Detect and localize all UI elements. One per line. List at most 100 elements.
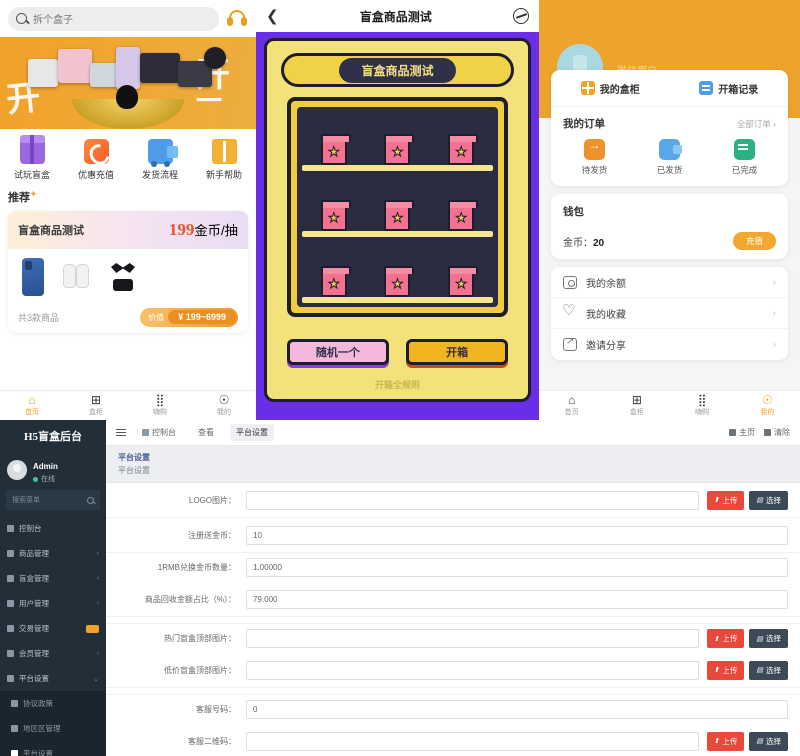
field-label: 商品回收金额占比（%）： [144, 594, 236, 604]
tab-open-records[interactable]: 开箱记录 [670, 81, 789, 96]
sidebar-item-users[interactable]: 用户管理 ‹ [0, 591, 106, 616]
upload-button[interactable]: ⬆ 上传 [706, 629, 745, 648]
field-label: 热门盲盒顶部图片： [164, 634, 236, 643]
apps-icon: ⣿ [697, 393, 707, 407]
tab-home[interactable]: ⌂ 首页 [0, 394, 64, 417]
sidebar-item-platform[interactable]: 平台设置 ⌄ [0, 666, 106, 691]
sidebar-subitem-platform-settings[interactable]: 平台设置 [0, 741, 106, 756]
sidebar-item-members[interactable]: 会员管理 ‹ [0, 641, 106, 666]
blind-box-item[interactable]: ★ [448, 199, 479, 231]
product-card[interactable]: 盲盒商品测试 199金币/抽 共3款商品 价值 ¥ 199~6999 [8, 211, 248, 333]
blind-box-item[interactable]: ★ [448, 265, 479, 297]
tab-shop[interactable]: ⣿ 嗨购 [670, 394, 735, 417]
random-one-button[interactable]: 随机一个 [287, 339, 389, 365]
select-button[interactable]: ▤ 选择 [749, 660, 788, 680]
tab-cabinet[interactable]: ⊞ 盒柜 [604, 394, 669, 417]
logo-image-field[interactable] [246, 490, 699, 510]
sidebar-subitem-region[interactable]: 地区区管理 [0, 716, 106, 741]
tab-my-cabinet[interactable]: 我的盒柜 [551, 81, 670, 96]
all-orders-label: 全部订单 [736, 118, 771, 129]
chevron-down-icon: ⌄ [93, 675, 99, 683]
orders-header: 我的订单 全部订单 › [551, 107, 788, 135]
pending-ship-icon [584, 138, 605, 160]
headset-icon[interactable] [226, 8, 248, 30]
blind-box-item[interactable]: ★ [320, 133, 351, 165]
mine-tabbar: ⌂ 首页 ⊞ 盒柜 ⣿ 嗨购 ☉ 我的 [539, 390, 800, 420]
admin-user-block[interactable]: Admin 在线 [0, 452, 106, 488]
sidebar-item-console[interactable]: 控制台 [0, 516, 106, 541]
rule-icon[interactable] [513, 8, 529, 24]
rmb-exchange-field[interactable]: 1.00000 [246, 558, 788, 577]
category-item-0[interactable]: 试玩盲盒 [3, 135, 61, 181]
tab-console[interactable]: 控制台 [136, 424, 182, 441]
star-icon: ★ [391, 210, 404, 226]
open-box-button[interactable]: 开箱 [406, 339, 508, 365]
category-item-2[interactable]: 发货流程 [131, 139, 189, 181]
sidebar-item-products[interactable]: 商品管理 ‹ [0, 541, 106, 566]
tab-shop[interactable]: ⣿ 嗨购 [128, 394, 192, 417]
blind-box-item[interactable]: ★ [448, 133, 479, 165]
cheap-banner-field[interactable] [246, 660, 699, 680]
machine-window: ★ ★ ★ ★ ★ ★ ★ ★ ★ [287, 97, 508, 317]
blind-box-item[interactable]: ★ [384, 265, 415, 297]
admin-sidebar: H5盲盒后台 Admin 在线 搜索菜单 控制台 商品管理 ‹ 盲盒管理 ‹ 用户管… [0, 420, 106, 756]
upload-button[interactable]: ⬆ 上传 [706, 660, 745, 680]
topbar-clear-link[interactable]: 清除 [764, 427, 790, 438]
home-banner[interactable]: 开 开 一 [0, 37, 256, 129]
hot-banner-field[interactable] [246, 629, 699, 648]
order-status-pending[interactable]: 待发货 [557, 138, 632, 176]
blind-box-item[interactable]: ★ [320, 265, 351, 297]
search-input[interactable]: 拆个盒子 [8, 6, 219, 31]
grid-icon: ⊞ [90, 393, 102, 407]
gift-icon [7, 575, 14, 582]
home-tabbar: ⌂ 首页 ⊞ 盒柜 ⣿ 嗨购 ☉ 我的 [0, 390, 256, 420]
blind-box-item[interactable]: ★ [320, 199, 351, 231]
tab-mine[interactable]: ☉ 我的 [192, 394, 256, 417]
recycle-ratio-field[interactable]: 79.000 [246, 589, 788, 609]
category-item-3[interactable]: 新手帮助 [195, 139, 253, 181]
list-item-balance[interactable]: 我的余额 › [551, 267, 788, 298]
chevron-left-icon: ‹ [96, 600, 99, 607]
tab-home[interactable]: ⌂ 首页 [539, 394, 604, 417]
hamburger-icon[interactable] [116, 428, 126, 437]
order-status-shipped[interactable]: 已发货 [632, 139, 707, 176]
tab-label: 我的 [760, 409, 775, 416]
upload-button[interactable]: ⬆ 上传 [706, 731, 745, 751]
category-label: 试玩盲盒 [13, 170, 50, 180]
shelf-row: ★ ★ ★ [302, 111, 493, 171]
list-item-share[interactable]: 邀请分享 › [551, 329, 788, 360]
menu-search-input[interactable]: 搜索菜单 [6, 490, 100, 510]
service-qr-field[interactable] [246, 731, 699, 751]
members-icon [7, 650, 14, 657]
register-coin-field[interactable]: 10 [246, 525, 788, 545]
tab-platform-settings[interactable]: 平台设置 [230, 424, 274, 441]
orders-title: 我的订单 [563, 119, 605, 130]
order-status-completed[interactable]: 已完成 [707, 139, 782, 176]
select-button[interactable]: ▤ 选择 [749, 731, 788, 751]
recharge-button[interactable]: 充值 [732, 232, 776, 250]
upload-button[interactable]: ⬆ 上传 [706, 490, 745, 510]
blind-box-item[interactable]: ★ [384, 199, 415, 231]
sidebar-subitem-agreement[interactable]: 协议政策 [0, 691, 106, 716]
topbar-home-link[interactable]: 主页 [729, 427, 755, 438]
mine-main-card: 我的盒柜 开箱记录 我的订单 全部订单 › 待发货 已发货 [551, 70, 788, 186]
field-buttons: ⬆ 上传 ▤ 选择 [706, 629, 788, 648]
tab-cabinet[interactable]: ⊞ 盒柜 [64, 394, 128, 417]
wallet-title: 钱包 [563, 207, 584, 218]
topbar-label: 清除 [774, 428, 790, 437]
sidebar-item-blindbox[interactable]: 盲盒管理 ‹ [0, 566, 106, 591]
sidebar-item-transactions[interactable]: 交易管理 [0, 616, 106, 641]
category-item-1[interactable]: 优惠充值 [67, 139, 125, 181]
chevron-left-icon[interactable]: ❮ [266, 7, 279, 25]
select-button[interactable]: ▤ 选择 [749, 629, 788, 648]
tab-view[interactable]: 查看 [192, 424, 220, 441]
blind-box-item[interactable]: ★ [384, 133, 415, 165]
home-search-bar: 拆个盒子 [0, 0, 256, 37]
tab-mine[interactable]: ☉ 我的 [735, 394, 800, 417]
select-button[interactable]: ▤ 选择 [749, 490, 788, 510]
share-icon [563, 336, 577, 351]
tab-label: 首页 [564, 409, 579, 416]
all-orders-link[interactable]: 全部订单 › [737, 118, 776, 130]
list-item-favorites[interactable]: 我的收藏 › [551, 298, 788, 329]
service-number-field[interactable]: 0 [246, 700, 788, 719]
